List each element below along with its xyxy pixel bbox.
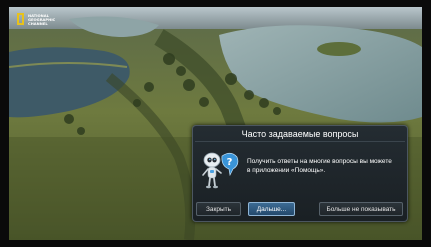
dialog-message: Получить ответы на многие вопросы вы мож… <box>247 157 403 175</box>
tv-screen: NATIONAL GEOGRAPHIC CHANNEL Часто задава… <box>0 0 431 247</box>
dont-show-again-button[interactable]: Больше не показывать <box>319 202 403 216</box>
close-button[interactable]: Закрыть <box>196 202 241 216</box>
channel-logo: NATIONAL GEOGRAPHIC CHANNEL <box>15 13 55 39</box>
message-line-1: Получить ответы на многие вопросы вы мож… <box>247 158 392 165</box>
message-line-2: в приложении «Помощь». <box>247 167 326 174</box>
dialog-title: Часто задаваемые вопросы <box>241 129 359 139</box>
dialog-divider <box>195 141 405 142</box>
robot-help-icon: ? <box>202 152 239 189</box>
svg-text:?: ? <box>227 157 233 168</box>
next-button[interactable]: Дальше... <box>248 202 295 216</box>
national-geographic-frame-icon <box>17 13 24 25</box>
faq-dialog: Часто задаваемые вопросы ? Получить отве… <box>192 125 408 222</box>
logo-line-3: CHANNEL <box>28 22 48 27</box>
